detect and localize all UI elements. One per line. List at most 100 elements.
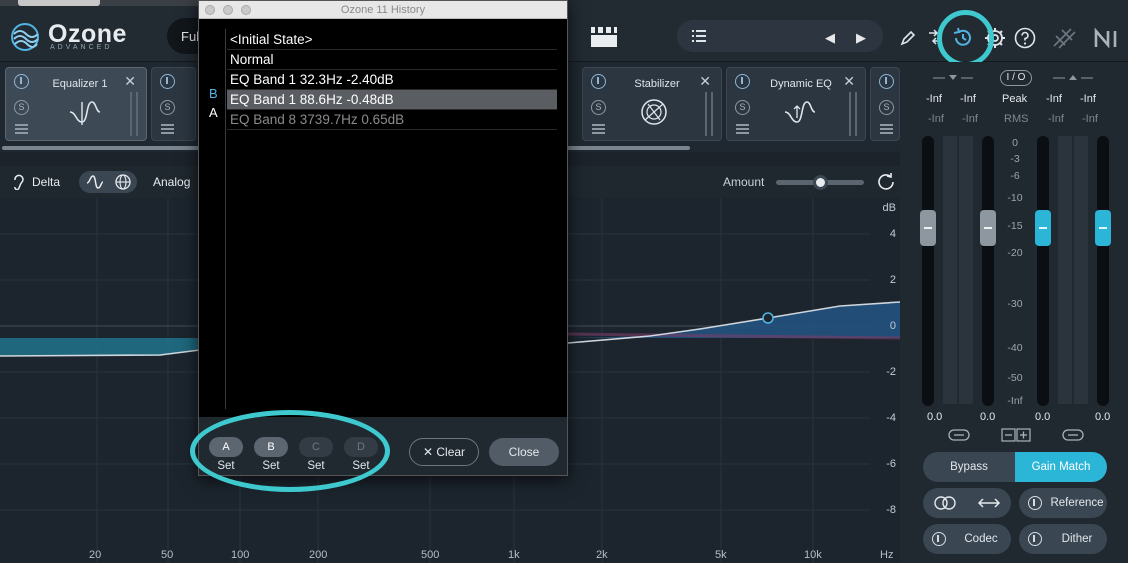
output-collapse-icon[interactable] <box>1053 73 1093 83</box>
close-icon[interactable]: ✕ <box>699 73 711 90</box>
bypass-button[interactable]: Bypass <box>923 452 1015 482</box>
eq-band-fill <box>568 302 900 338</box>
hz-label: 2k <box>596 549 608 561</box>
app-edition: ADVANCED <box>50 44 113 51</box>
db-unit-label: dB <box>882 202 896 214</box>
output-gain-fader-left[interactable] <box>1035 210 1051 246</box>
dynamic-eq-icon <box>784 101 816 123</box>
eq-curve-icon <box>69 101 101 125</box>
history-item[interactable]: <Initial State> <box>227 30 557 50</box>
module-stabilizer[interactable]: S Stabilizer ✕ <box>582 67 722 141</box>
globe-icon[interactable] <box>115 174 131 190</box>
history-window-title: Ozone 11 History <box>340 4 426 16</box>
codec-power-icon[interactable] <box>932 532 946 546</box>
amount-slider-knob[interactable] <box>813 175 828 190</box>
input-gain-fader-right[interactable] <box>980 210 996 246</box>
preset-navigator[interactable] <box>677 20 883 52</box>
input-link-icon[interactable] <box>948 429 970 441</box>
output-meter-right <box>1097 136 1109 406</box>
input-level-bar <box>959 136 973 404</box>
solo-icon[interactable]: S <box>14 100 29 115</box>
solo-icon[interactable]: S <box>160 100 175 115</box>
power-icon[interactable] <box>879 74 894 89</box>
next-arrow-icon[interactable]: ▶ <box>856 30 866 46</box>
close-icon[interactable]: ✕ <box>843 73 855 90</box>
hz-label: 5k <box>715 549 727 561</box>
db-label: 0 <box>889 320 896 332</box>
output-gain-fader-right[interactable] <box>1095 210 1111 246</box>
module-equalizer[interactable]: S Equalizer 1 ✕ <box>5 67 147 141</box>
solo-icon[interactable]: S <box>591 100 606 115</box>
menu-icon[interactable] <box>592 124 605 134</box>
io-toggle[interactable]: I / O <box>1000 70 1032 86</box>
hz-label: 20 <box>89 549 102 561</box>
ear-icon[interactable] <box>12 174 24 190</box>
hz-label: 500 <box>421 549 440 561</box>
trim-stepper-icon[interactable] <box>1001 428 1031 442</box>
power-icon[interactable] <box>735 74 750 89</box>
power-icon[interactable] <box>14 74 29 89</box>
history-item-selected[interactable]: EQ Band 1 88.6Hz -0.48dB <box>227 90 557 110</box>
help-icon[interactable] <box>1014 27 1036 49</box>
close-icon[interactable]: ✕ <box>124 73 136 90</box>
input-collapse-icon[interactable] <box>933 73 973 83</box>
module-partial[interactable]: S <box>151 67 196 141</box>
gain-match-button[interactable]: Gain Match <box>1015 452 1107 482</box>
hz-label: 200 <box>309 549 328 561</box>
eq-band-node[interactable] <box>762 312 774 324</box>
peak-label: Peak <box>1002 93 1028 105</box>
meter-scale-label: -15 <box>1007 220 1023 232</box>
refresh-icon[interactable] <box>876 172 896 192</box>
history-item-undone[interactable]: EQ Band 8 3739.7Hz 0.65dB <box>227 110 557 130</box>
reference-power-icon[interactable] <box>1028 496 1042 510</box>
history-titlebar[interactable]: Ozone 11 History <box>199 1 567 19</box>
menu-icon[interactable] <box>15 124 28 134</box>
input-rms-left: -Inf <box>928 113 944 125</box>
connect-icon[interactable] <box>1051 26 1077 50</box>
meter-scale-label: -50 <box>1007 372 1023 384</box>
delta-button[interactable]: Delta <box>32 175 60 189</box>
module-meter <box>705 92 713 136</box>
close-icon: ✕ <box>422 445 434 459</box>
meter-scale-label: -Inf <box>1007 395 1023 407</box>
input-value-left: 0.0 <box>927 411 943 423</box>
analog-button[interactable]: Analog <box>153 175 190 189</box>
solo-icon[interactable]: S <box>735 100 750 115</box>
dither-power-icon[interactable] <box>1028 532 1042 546</box>
hz-unit-label: Hz <box>880 549 894 561</box>
history-item[interactable]: Normal <box>227 50 557 70</box>
clear-button[interactable]: ✕ Clear <box>409 438 479 466</box>
previous-arrow-icon[interactable]: ◀ <box>825 30 835 46</box>
history-item[interactable]: EQ Band 1 32.3Hz -2.40dB <box>227 70 557 90</box>
module-partial[interactable]: S <box>870 67 900 141</box>
db-label: -8 <box>886 504 896 516</box>
output-link-icon[interactable] <box>1062 429 1084 441</box>
module-dynamic-eq[interactable]: S Dynamic EQ ✕ <box>726 67 866 141</box>
power-icon[interactable] <box>160 74 175 89</box>
ni-logo-icon <box>1094 27 1117 49</box>
list-icon[interactable] <box>692 29 706 43</box>
close-button[interactable]: Close <box>489 438 559 466</box>
clapper-icon[interactable] <box>590 26 618 48</box>
db-label: 4 <box>889 228 896 240</box>
hz-label: 10k <box>804 549 822 561</box>
hz-label: 1k <box>508 549 520 561</box>
input-peak-right: -Inf <box>960 93 976 105</box>
menu-icon[interactable] <box>736 124 749 134</box>
output-rms-left: -Inf <box>1048 113 1064 125</box>
history-highlight-ring <box>937 10 994 67</box>
history-window: Ozone 11 History B A <Initial State> Nor… <box>198 0 568 476</box>
ab-marker-b: B <box>209 86 218 101</box>
pencil-icon[interactable] <box>900 30 916 46</box>
stabilizer-icon <box>641 99 667 125</box>
menu-icon[interactable] <box>880 124 893 134</box>
solo-icon[interactable]: S <box>879 100 894 115</box>
output-level-bar <box>1074 136 1088 404</box>
power-icon[interactable] <box>591 74 606 89</box>
waveform-icon[interactable] <box>86 174 104 190</box>
output-value-left: 0.0 <box>1035 411 1051 423</box>
menu-icon[interactable] <box>161 124 174 134</box>
input-gain-fader-left[interactable] <box>920 210 936 246</box>
host-tab[interactable] <box>18 0 100 6</box>
swap-arrows-icon <box>977 498 1001 508</box>
